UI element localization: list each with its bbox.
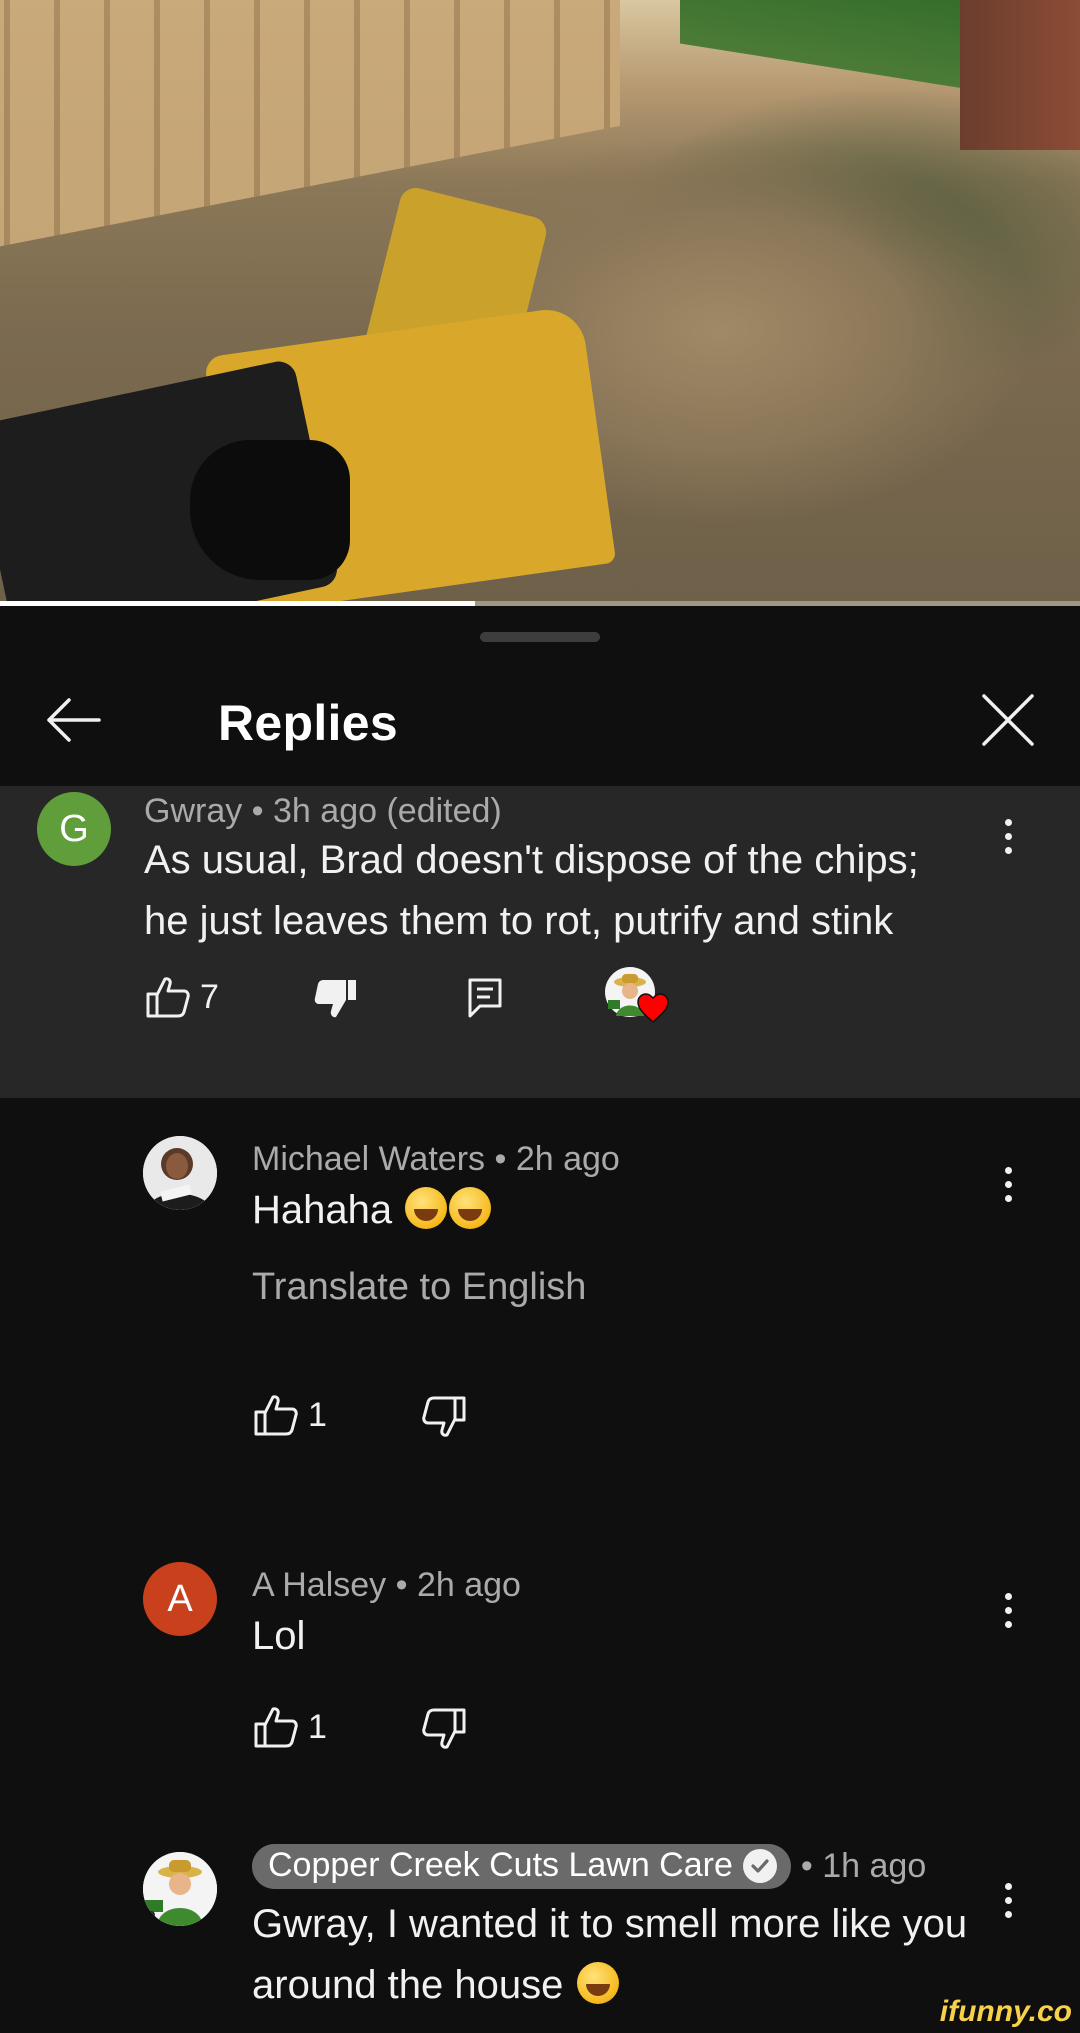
reply-button[interactable]: [468, 978, 502, 1018]
channel-name-badge[interactable]: Copper Creek Cuts Lawn Care: [252, 1844, 791, 1889]
comment-meta: Copper Creek Cuts Lawn Care • 1h ago: [252, 1844, 926, 1889]
creator-heart-badge: [604, 966, 669, 1028]
more-options-button[interactable]: [993, 1870, 1023, 1930]
comment-time: • 1h ago: [800, 1847, 927, 1885]
comment-text-line: Gwray, I wanted it to smell more like yo…: [252, 1902, 968, 1946]
avatar[interactable]: [143, 1852, 217, 1926]
like-button[interactable]: 1: [254, 1394, 327, 1436]
video-frame-house: [960, 0, 1080, 150]
sheet-title: Replies: [218, 695, 398, 751]
comment-text-line: around the house: [252, 1955, 967, 2016]
drag-handle[interactable]: [480, 632, 600, 642]
comment-text: Hahaha: [252, 1180, 492, 1241]
avatar[interactable]: A: [143, 1562, 217, 1636]
comment-text: Lol: [252, 1614, 306, 1658]
dislike-button[interactable]: [422, 1708, 466, 1750]
close-icon: [982, 694, 1034, 746]
dislike-button[interactable]: [314, 978, 358, 1020]
grinning-squinting-emoji-icon: [576, 1962, 619, 2004]
comment-meta: Gwray • 3h ago (edited): [144, 792, 502, 830]
avatar-letter: A: [167, 1577, 193, 1620]
avatar[interactable]: [143, 1136, 217, 1210]
tears-of-joy-emoji-icon: [405, 1187, 448, 1229]
video-frame-glove: [190, 440, 350, 580]
avatar[interactable]: G: [37, 792, 111, 866]
thumbs-down-icon: [422, 1396, 466, 1437]
more-vert-icon: [1004, 1882, 1012, 1890]
more-vert-icon: [1004, 1166, 1012, 1174]
verified-check-icon: [742, 1848, 777, 1883]
video-player[interactable]: [0, 0, 1080, 606]
comment-text: As usual, Brad doesn't dispose of the ch…: [144, 830, 919, 952]
sheet-header: Replies: [0, 656, 1080, 786]
reply-comment: A A Halsey • 2h ago Lol 1: [0, 1558, 1080, 1778]
creator-avatar-icon: [143, 1852, 217, 1926]
back-button[interactable]: [37, 684, 109, 756]
creator-reply-comment: Copper Creek Cuts Lawn Care • 1h ago Gwr…: [0, 1844, 1080, 2033]
comment-meta: A Halsey • 2h ago: [252, 1566, 521, 1604]
thumbs-down-icon: [422, 1708, 466, 1749]
dislike-button[interactable]: [422, 1396, 466, 1438]
close-button[interactable]: [972, 684, 1044, 756]
thumbs-up-icon: [146, 977, 190, 1018]
parent-comment: G Gwray • 3h ago (edited) As usual, Brad…: [0, 786, 1080, 1098]
like-button[interactable]: 1: [254, 1706, 327, 1748]
comment-text: Gwray, I wanted it to smell more like yo…: [252, 1894, 967, 2016]
thumbs-down-icon: [314, 980, 356, 1018]
more-options-button[interactable]: [993, 806, 1023, 866]
comment-text-line: he just leaves them to rot, putrify and …: [144, 899, 894, 943]
avatar-letter: G: [59, 807, 89, 850]
replies-sheet: Replies G Gwray • 3h ago (edited) As usu…: [0, 606, 1080, 2033]
comment-meta: Michael Waters • 2h ago: [252, 1140, 620, 1178]
tears-of-joy-emoji-icon: [449, 1187, 492, 1229]
comment-text-content: Hahaha: [252, 1188, 393, 1232]
user-photo-icon: [143, 1136, 217, 1210]
back-arrow-icon: [47, 698, 101, 742]
more-vert-icon: [1004, 1592, 1012, 1600]
translate-link[interactable]: Translate to English: [252, 1266, 586, 1309]
like-count: 7: [200, 977, 219, 1016]
ifunny-watermark: ifunny.co: [939, 1995, 1072, 2028]
thumbs-up-icon: [254, 1707, 298, 1748]
like-count: 1: [308, 1707, 327, 1746]
reply-comment: Michael Waters • 2h ago Hahaha Translate…: [0, 1128, 1080, 1458]
more-options-button[interactable]: [993, 1154, 1023, 1214]
comment-text-line: As usual, Brad doesn't dispose of the ch…: [144, 838, 919, 882]
heart-icon: [637, 993, 669, 1024]
like-count: 1: [308, 1395, 327, 1434]
thumbs-up-icon: [254, 1395, 298, 1436]
more-options-button[interactable]: [993, 1580, 1023, 1640]
reply-icon: [468, 978, 502, 1018]
more-vert-icon: [1004, 818, 1012, 826]
channel-name: Copper Creek Cuts Lawn Care: [268, 1846, 733, 1884]
like-button[interactable]: 7: [146, 976, 219, 1018]
